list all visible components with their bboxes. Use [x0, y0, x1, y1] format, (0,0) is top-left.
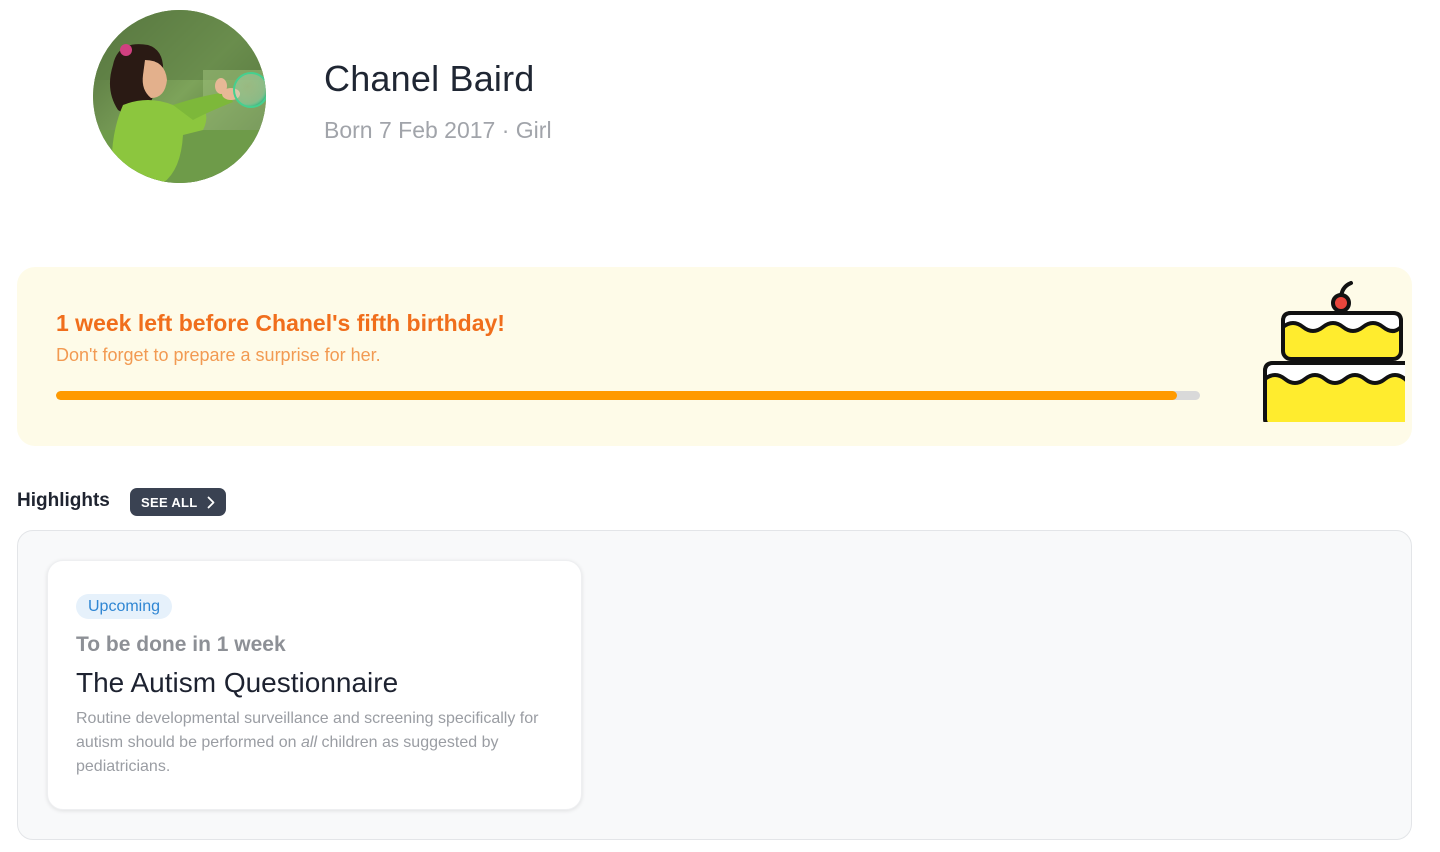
birthday-banner: 1 week left before Chanel's fifth birthd…	[17, 267, 1412, 446]
chevron-right-icon	[207, 496, 215, 509]
highlights-panel: Upcoming To be done in 1 week The Autism…	[17, 530, 1412, 840]
see-all-button[interactable]: SEE ALL	[130, 488, 226, 516]
see-all-label: SEE ALL	[141, 494, 198, 510]
due-text: To be done in 1 week	[76, 633, 286, 656]
highlights-title: Highlights	[17, 490, 110, 511]
child-name: Chanel Baird	[324, 58, 535, 99]
birthday-cake-icon	[1263, 281, 1405, 422]
highlight-card[interactable]: Upcoming To be done in 1 week The Autism…	[47, 560, 582, 810]
child-birth-info: Born 7 Feb 2017 · Girl	[324, 117, 552, 143]
avatar[interactable]	[93, 10, 266, 183]
profile-header: Chanel Baird Born 7 Feb 2017 · Girl	[93, 10, 893, 184]
card-description: Routine developmental surveillance and s…	[76, 710, 539, 775]
card-title: The Autism Questionnaire	[76, 667, 399, 698]
birthday-countdown-title: 1 week left before Chanel's fifth birthd…	[56, 310, 505, 336]
birthday-progress-bar	[56, 391, 1200, 400]
status-badge: Upcoming	[76, 594, 173, 619]
child-photo-avatar	[93, 10, 266, 183]
birthday-progress-fill	[56, 391, 1178, 400]
birthday-reminder-text: Don't forget to prepare a surprise for h…	[56, 345, 381, 365]
